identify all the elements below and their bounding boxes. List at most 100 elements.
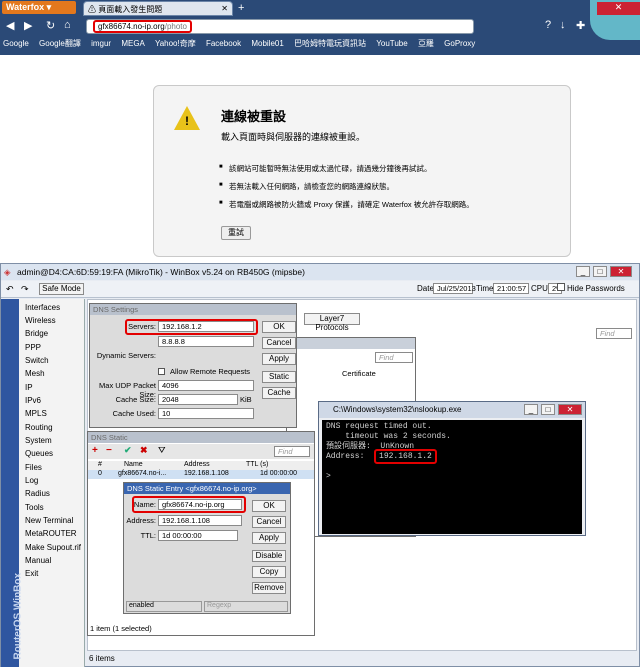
allow-remote-checkbox[interactable]: [158, 368, 165, 375]
menu-item-files[interactable]: Files: [25, 463, 42, 472]
retry-button[interactable]: 重試: [221, 226, 251, 240]
dns-static-entry-window: DNS Static Entry <gfx86674.no-ip.org> Na…: [123, 482, 291, 614]
bookmark-yahoo[interactable]: Yahoo!奇摩: [155, 39, 196, 48]
filter-icon[interactable]: ⛛: [158, 445, 166, 456]
servers-label: Servers:: [128, 322, 156, 331]
help-icon[interactable]: ?: [545, 19, 551, 31]
menu-item-ipv6[interactable]: IPv6: [25, 396, 41, 405]
menu-item-system[interactable]: System: [25, 436, 52, 445]
entry-disable-button[interactable]: Disable: [252, 550, 286, 562]
menu-item-manual[interactable]: Manual: [25, 556, 51, 565]
bookmark-google-translate[interactable]: Google翻譯: [39, 39, 81, 48]
menu-item-radius[interactable]: Radius: [25, 489, 50, 498]
status-items: 6 items: [89, 654, 115, 663]
cache-size-input[interactable]: 2048: [158, 394, 238, 405]
entry-address-label: Address:: [126, 516, 156, 525]
dns-cache-button[interactable]: Cache: [262, 387, 296, 399]
url-highlight: gfx86674.no-ip.org/photo: [93, 20, 192, 33]
menu-item-wireless[interactable]: Wireless: [25, 316, 56, 325]
dns-ok-button[interactable]: OK: [262, 321, 296, 333]
dns-static-status: 1 item (1 selected): [90, 624, 152, 633]
menu-item-mesh[interactable]: Mesh: [25, 369, 45, 378]
console-prompt[interactable]: >: [326, 472, 578, 482]
error-panel: ! 連線被重設 載入頁面時與伺服器的連線被重設。 該網站可能暫時無法使用或太過忙…: [153, 85, 571, 257]
dns-static-header: # Name Address TTL (s): [88, 461, 314, 470]
entry-name-label: Name:: [133, 500, 156, 509]
hide-passwords-checkbox[interactable]: [557, 283, 565, 291]
menu-item-exit[interactable]: Exit: [25, 569, 38, 578]
forward-icon[interactable]: ▶: [24, 19, 32, 32]
dns-static-find-input[interactable]: Find: [274, 446, 310, 457]
bookmark-imgur[interactable]: imgur: [91, 39, 111, 48]
url-bar[interactable]: gfx86674.no-ip.org/photo: [86, 19, 474, 34]
menu-item-make-supout[interactable]: Make Supout.rif: [25, 543, 81, 552]
layer7-protocols-tab[interactable]: Layer7 Protocols: [304, 313, 360, 332]
entry-name-input[interactable]: gfx86674.no-ip.org: [158, 499, 242, 510]
menu-item-new-terminal[interactable]: New Terminal: [25, 516, 73, 525]
tab-error[interactable]: ⚠ 頁面載入發生問題 ✕: [83, 1, 233, 16]
dns-apply-button[interactable]: Apply: [262, 353, 296, 365]
menu-item-switch[interactable]: Switch: [25, 356, 49, 365]
bookmark-bahamut[interactable]: 巴哈姆特電玩資訊站: [294, 39, 366, 48]
entry-apply-button[interactable]: Apply: [252, 532, 286, 544]
undo-icon[interactable]: ↶: [6, 284, 14, 295]
waterfox-menu-button[interactable]: Waterfox ▾: [2, 1, 76, 14]
console-close[interactable]: ✕: [558, 404, 582, 415]
bookmarks-bar: Google Google翻譯 imgur MEGA Yahoo!奇摩 Face…: [3, 38, 475, 52]
back-icon[interactable]: ◀: [6, 19, 14, 32]
menu-item-log[interactable]: Log: [25, 476, 38, 485]
close-tab-icon[interactable]: ✕: [221, 4, 228, 13]
new-tab-button[interactable]: +: [238, 2, 244, 14]
entry-copy-button[interactable]: Copy: [252, 566, 286, 578]
menu-item-mpls[interactable]: MPLS: [25, 409, 47, 418]
menu-item-interfaces[interactable]: Interfaces: [25, 303, 60, 312]
window-close-icon[interactable]: ✕: [597, 2, 640, 15]
reload-icon[interactable]: ↻: [46, 19, 55, 32]
dns-cancel-button[interactable]: Cancel: [262, 337, 296, 349]
close-button[interactable]: ✕: [610, 266, 632, 277]
maximize-button[interactable]: □: [593, 266, 607, 277]
bookmark-youtube[interactable]: YouTube: [376, 39, 407, 48]
entry-address-input[interactable]: 192.168.1.108: [158, 515, 242, 526]
bookmark-facebook[interactable]: Facebook: [206, 39, 241, 48]
console-minimize[interactable]: _: [524, 404, 538, 415]
suggestion-item: 若電腦或網路被防火牆或 Proxy 保護，請確定 Waterfox 被允許存取網…: [219, 199, 474, 210]
safe-mode-button[interactable]: Safe Mode: [39, 283, 84, 295]
minimize-button[interactable]: _: [576, 266, 590, 277]
bookmark-aro[interactable]: 亞羅: [418, 39, 434, 48]
disable-icon[interactable]: ✖: [140, 445, 148, 456]
bookmark-google[interactable]: Google: [3, 39, 29, 48]
add-icon[interactable]: +: [92, 445, 98, 456]
entry-ok-button[interactable]: OK: [252, 500, 286, 512]
udp-size-input[interactable]: 4096: [158, 380, 254, 391]
entry-ttl-input[interactable]: 1d 00:00:00: [158, 530, 238, 541]
find-input-2[interactable]: Find: [375, 352, 413, 363]
bookmark-mobile01[interactable]: Mobile01: [251, 39, 283, 48]
download-icon[interactable]: ↓: [560, 19, 566, 31]
console-maximize[interactable]: □: [541, 404, 555, 415]
bookmark-mega[interactable]: MEGA: [121, 39, 145, 48]
dns-static-button[interactable]: Static: [262, 371, 296, 383]
date-value: Jul/25/2013: [433, 283, 476, 294]
menu-item-bridge[interactable]: Bridge: [25, 329, 48, 338]
find-input[interactable]: Find: [596, 328, 632, 339]
enable-icon[interactable]: ✔: [124, 445, 132, 456]
menu-item-ip[interactable]: IP: [25, 383, 33, 392]
addon-icon[interactable]: ✚: [576, 19, 585, 32]
menu-item-queues[interactable]: Queues: [25, 449, 53, 458]
menu-item-tools[interactable]: Tools: [25, 503, 44, 512]
bookmark-goproxy[interactable]: GoProxy: [444, 39, 475, 48]
server-2-input[interactable]: 8.8.8.8: [158, 336, 254, 347]
home-icon[interactable]: ⌂: [64, 19, 71, 31]
entry-remove-button[interactable]: Remove: [252, 582, 286, 594]
menu-item-ppp[interactable]: PPP: [25, 343, 41, 352]
redo-icon[interactable]: ↷: [21, 284, 29, 295]
console-output: DNS request timed out. timeout was 2 sec…: [322, 420, 582, 534]
entry-cancel-button[interactable]: Cancel: [252, 516, 286, 528]
menu-item-routing[interactable]: Routing: [25, 423, 53, 432]
menu-item-metarouter[interactable]: MetaROUTER: [25, 529, 77, 538]
winbox-titlebar: admin@D4:CA:6D:59:19:FA (MikroTik) - Win…: [1, 264, 639, 280]
remove-icon[interactable]: −: [106, 445, 112, 456]
table-row[interactable]: 0 gfx86674.no-i... 192.168.1.108 1d 00:0…: [88, 470, 314, 479]
server-1-input[interactable]: 192.168.1.2: [158, 321, 254, 332]
